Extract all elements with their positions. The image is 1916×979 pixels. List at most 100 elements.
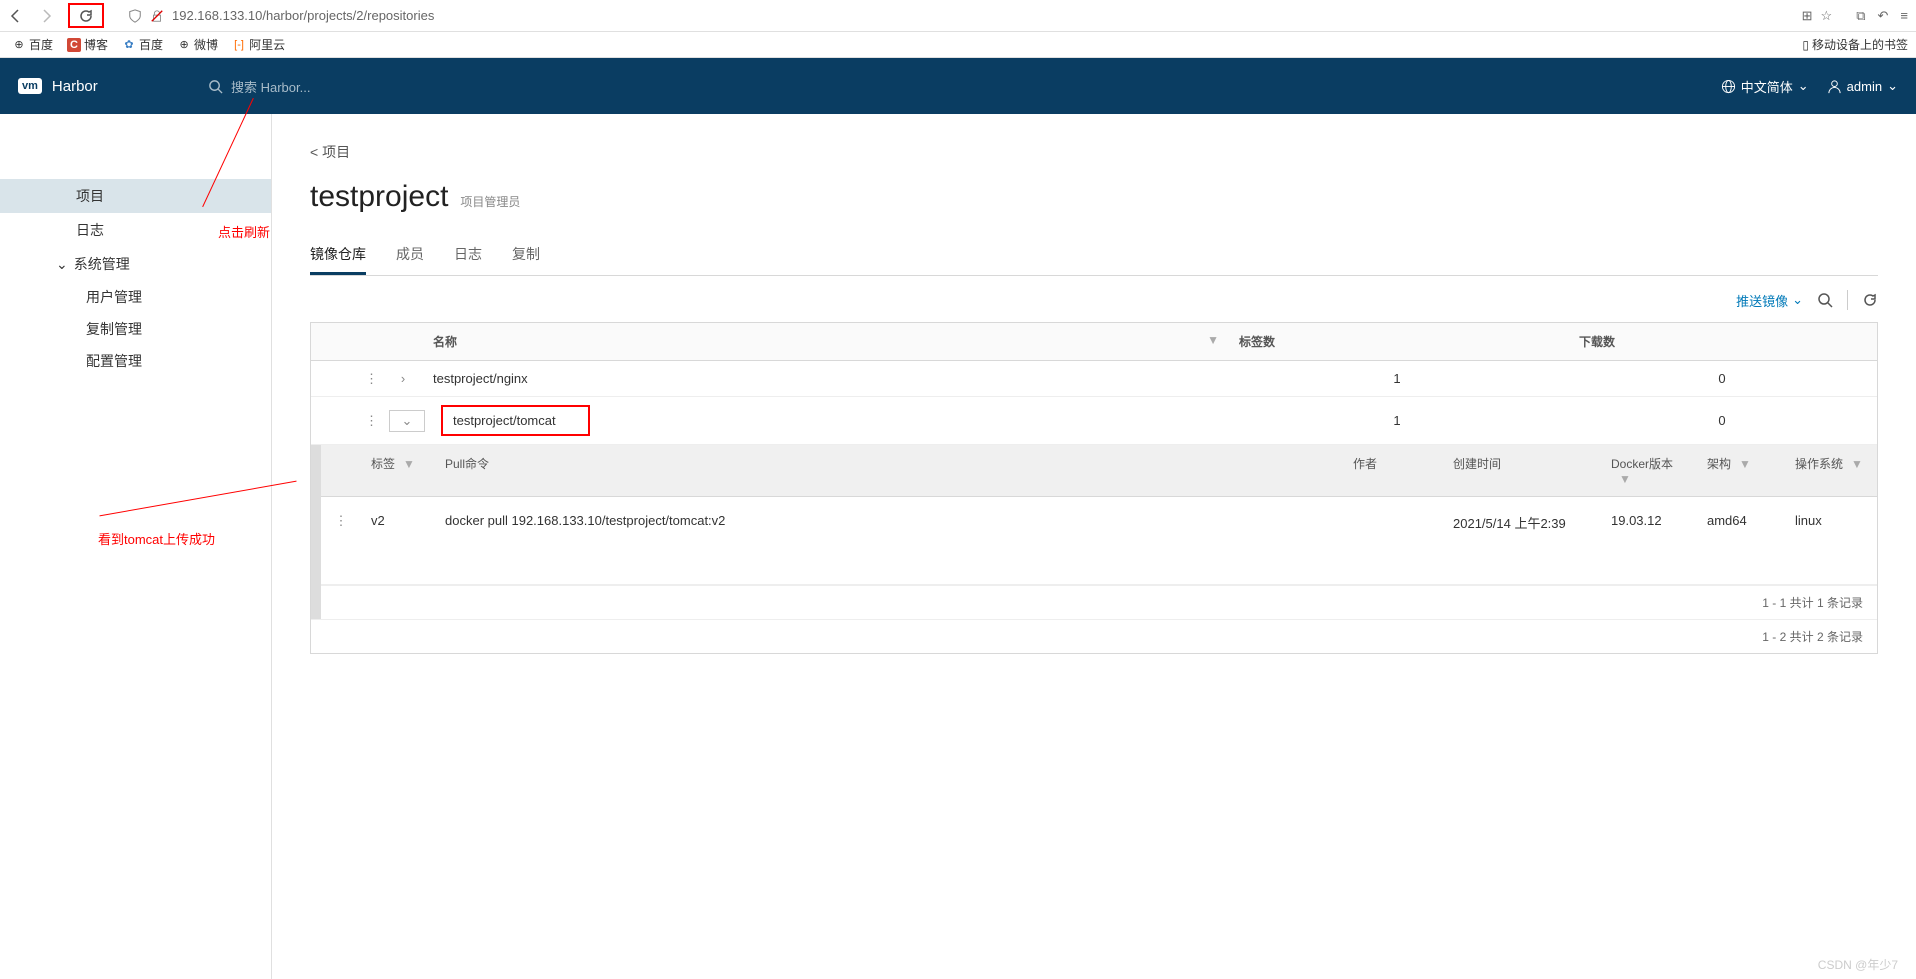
col-downloads[interactable]: 下载数: [1567, 323, 1877, 360]
page-title: testproject 项目管理员: [310, 180, 1878, 214]
created-value: 2021/5/14 上午2:39: [1443, 509, 1601, 536]
bookmark-aliyun[interactable]: [-]阿里云: [228, 34, 289, 55]
pull-command[interactable]: docker pull 192.168.133.10/testproject/t…: [435, 509, 1343, 532]
more-icon[interactable]: ⋮: [353, 363, 385, 395]
bookmark-blog[interactable]: C博客: [63, 34, 112, 55]
globe-icon: [1721, 79, 1736, 94]
annotation-refresh: 点击刷新: [218, 222, 270, 241]
separator: [1847, 290, 1848, 310]
subtable-footer: 1 - 1 共计 1 条记录: [321, 585, 1877, 619]
tab-members[interactable]: 成员: [396, 236, 424, 275]
col-arch[interactable]: 架构▼: [1697, 445, 1785, 496]
col-os[interactable]: 操作系统▼: [1785, 445, 1877, 496]
browser-nav-bar: 192.168.133.10/harbor/projects/2/reposit…: [0, 0, 1916, 32]
filter-icon: ▼: [1851, 457, 1863, 471]
tags-subtable: 标签▼ Pull命令 作者 创建时间 Docker版本▼ 架构▼ 操作系统▼ ⋮…: [311, 445, 1877, 619]
search-input[interactable]: 搜索 Harbor...: [208, 77, 1721, 96]
toolbar: 推送镜像 ⌄: [310, 290, 1878, 310]
chevron-down-icon: ⌄: [1792, 292, 1803, 308]
bookmark-baidu-2[interactable]: ✿百度: [118, 34, 167, 55]
menu-icon[interactable]: ≡: [1900, 8, 1908, 24]
brand-name: Harbor: [52, 78, 98, 95]
sidebar-group-admin[interactable]: ⌄ 系统管理: [0, 247, 271, 281]
qr-icon[interactable]: ⊞: [1802, 8, 1813, 24]
col-check: [311, 323, 353, 360]
tab-replication[interactable]: 复制: [512, 236, 540, 275]
repo-name[interactable]: testproject/tomcat: [429, 397, 1227, 444]
more-icon[interactable]: ⋮: [353, 405, 385, 437]
col-tags[interactable]: 标签数: [1227, 323, 1567, 360]
url-text[interactable]: 192.168.133.10/harbor/projects/2/reposit…: [172, 8, 1794, 23]
search-icon: [208, 79, 223, 94]
table-row: ⋮ ⌄ testproject/tomcat 1 0: [311, 397, 1877, 445]
author-value: [1343, 509, 1443, 517]
repositories-table: 名称▼ 标签数 下载数 ⋮ › testproject/nginx 1 0 ⋮ …: [310, 322, 1878, 654]
os-value: linux: [1785, 509, 1877, 532]
col-tag[interactable]: 标签▼: [361, 445, 435, 496]
crop-icon[interactable]: ⧉: [1856, 8, 1865, 24]
filter-icon: ▼: [403, 457, 415, 471]
back-link[interactable]: < 项目: [310, 142, 1878, 162]
table-header: 名称▼ 标签数 下载数: [311, 323, 1877, 361]
repo-tags: 1: [1227, 405, 1567, 436]
lock-slash-icon[interactable]: [150, 8, 164, 24]
col-created[interactable]: 创建时间: [1443, 445, 1601, 496]
repo-tags: 1: [1227, 363, 1567, 394]
logo-icon: vm: [18, 78, 42, 94]
col-name[interactable]: 名称▼: [421, 323, 1227, 360]
user-menu[interactable]: admin ⌄: [1827, 78, 1898, 94]
repo-downloads: 0: [1567, 405, 1877, 436]
search-icon[interactable]: [1817, 292, 1833, 309]
table-row: ⋮ › testproject/nginx 1 0: [311, 361, 1877, 397]
col-more: [353, 323, 385, 360]
tag-value[interactable]: v2: [361, 509, 435, 532]
forward-icon[interactable]: [38, 7, 54, 24]
filter-icon: ▼: [1207, 333, 1219, 347]
main-content: 点击刷新 看到tomcat上传成功 < 项目 testproject 项目管理员…: [272, 114, 1916, 979]
chevron-down-icon: ⌄: [1887, 78, 1898, 94]
table-footer: 1 - 2 共计 2 条记录: [311, 619, 1877, 653]
chevron-down-icon: ⌄: [1798, 78, 1809, 94]
chevron-down-icon[interactable]: ⌄: [389, 410, 425, 432]
col-pull[interactable]: Pull命令: [435, 445, 1343, 496]
tab-logs[interactable]: 日志: [454, 236, 482, 275]
sidebar-item-replication[interactable]: 复制管理: [0, 313, 271, 345]
app-logo[interactable]: vm Harbor: [18, 78, 208, 95]
app-header: vm Harbor 搜索 Harbor... 中文简体 ⌄ admin ⌄: [0, 58, 1916, 114]
undo-icon[interactable]: ↶: [1878, 8, 1889, 24]
col-docker[interactable]: Docker版本▼: [1601, 445, 1697, 496]
push-image-button[interactable]: 推送镜像 ⌄: [1736, 291, 1803, 310]
bookmarks-bar: ⊕百度 C博客 ✿百度 ⊕微博 [-]阿里云 ▯移动设备上的书签: [0, 32, 1916, 58]
chevron-right-icon[interactable]: ›: [385, 363, 421, 394]
filter-icon: ▼: [1739, 457, 1751, 471]
watermark: CSDN @年少7: [1818, 956, 1898, 973]
star-icon[interactable]: ☆: [1821, 8, 1833, 24]
back-icon[interactable]: [8, 7, 24, 24]
chevron-down-icon: ⌄: [56, 256, 68, 273]
refresh-icon[interactable]: [1862, 292, 1878, 309]
more-icon[interactable]: ⋮: [321, 509, 361, 533]
annotation-success: 看到tomcat上传成功: [98, 529, 215, 548]
col-expand: [385, 323, 421, 360]
filter-icon: ▼: [1619, 472, 1631, 486]
repo-downloads: 0: [1567, 363, 1877, 394]
mobile-bookmarks[interactable]: ▯移动设备上的书签: [1802, 36, 1908, 53]
docker-value: 19.03.12: [1601, 509, 1697, 532]
subtable-row: ⋮ v2 docker pull 192.168.133.10/testproj…: [321, 497, 1877, 585]
tabs: 镜像仓库 成员 日志 复制: [310, 236, 1878, 276]
bookmark-weibo[interactable]: ⊕微博: [173, 34, 222, 55]
col-author[interactable]: 作者: [1343, 445, 1443, 496]
sidebar-item-config[interactable]: 配置管理: [0, 345, 271, 377]
tab-repositories[interactable]: 镜像仓库: [310, 236, 366, 275]
sidebar-item-users[interactable]: 用户管理: [0, 281, 271, 313]
subtable-header: 标签▼ Pull命令 作者 创建时间 Docker版本▼ 架构▼ 操作系统▼: [321, 445, 1877, 497]
shield-icon[interactable]: [128, 8, 142, 24]
language-selector[interactable]: 中文简体 ⌄: [1721, 77, 1809, 96]
repo-name[interactable]: testproject/nginx: [421, 363, 1227, 394]
user-icon: [1827, 79, 1842, 94]
arch-value: amd64: [1697, 509, 1785, 532]
refresh-icon[interactable]: [68, 3, 104, 28]
bookmark-baidu-1[interactable]: ⊕百度: [8, 34, 57, 55]
sidebar-item-projects[interactable]: 项目: [0, 179, 271, 213]
role-badge: 项目管理员: [460, 193, 520, 210]
